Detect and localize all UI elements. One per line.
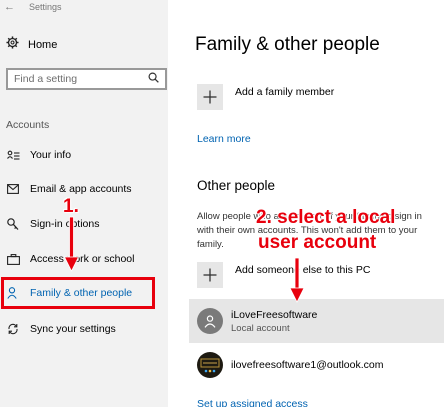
back-arrow-icon[interactable]: ← — [4, 2, 15, 13]
home-nav-item[interactable]: Home — [6, 36, 57, 54]
step-2-annotation-line1: 2. select a local — [256, 207, 396, 228]
add-family-member-button[interactable]: Add a family member — [197, 84, 334, 110]
gear-icon — [6, 36, 19, 54]
learn-more-link[interactable]: Learn more — [197, 133, 251, 145]
sidebar-item-sync[interactable]: Sync your settings — [0, 315, 168, 343]
sidebar: ← Settings Home Find a setting Accounts … — [0, 0, 168, 407]
account-row-local[interactable]: iLoveFreesoftware Local account — [189, 299, 444, 343]
briefcase-icon — [6, 252, 20, 266]
account-name: iLoveFreesoftware — [231, 308, 318, 321]
add-someone-else-label: Add someone else to this PC — [235, 264, 371, 276]
account-row-outlook[interactable]: ilovefreesoftware1@outlook.com — [189, 343, 444, 387]
title-bar: ← Settings — [0, 0, 168, 14]
set-up-assigned-access-link[interactable]: Set up assigned access — [197, 398, 308, 407]
account-type: Local account — [231, 322, 290, 334]
sidebar-item-label: Family & other people — [30, 287, 133, 299]
search-placeholder: Find a setting — [14, 73, 78, 85]
user-avatar-icon — [197, 308, 223, 334]
plus-icon — [197, 84, 223, 110]
sidebar-item-label: Your info — [30, 149, 72, 161]
account-email: ilovefreesoftware1@outlook.com — [231, 359, 384, 371]
sidebar-item-your-info[interactable]: Your info — [0, 141, 168, 169]
sidebar-item-email[interactable]: Email & app accounts — [0, 175, 168, 203]
people-icon — [6, 286, 20, 300]
sidebar-item-family[interactable]: Family & other people — [1, 277, 155, 309]
search-input[interactable]: Find a setting — [6, 68, 167, 90]
sidebar-item-label: Sign-in options — [30, 218, 100, 230]
key-icon — [6, 217, 20, 231]
window-title: Settings — [29, 2, 62, 12]
sync-icon — [6, 322, 20, 336]
sidebar-item-sign-in[interactable]: Sign-in options — [0, 210, 168, 238]
page-title: Family & other people — [195, 34, 380, 55]
sidebar-item-work-school[interactable]: Access work or school — [0, 245, 168, 273]
step-1-annotation: 1. — [63, 196, 79, 217]
step-2-annotation-line2: user account — [258, 232, 377, 253]
sidebar-item-label: Email & app accounts — [30, 183, 132, 195]
accounts-section-label: Accounts — [6, 119, 50, 131]
home-label: Home — [28, 39, 58, 51]
add-family-member-label: Add a family member — [235, 86, 335, 98]
other-people-heading: Other people — [197, 178, 276, 193]
main-content: Family & other people Add a family membe… — [168, 0, 444, 407]
person-card-icon — [6, 148, 20, 162]
profile-picture-avatar — [197, 352, 223, 378]
search-icon[interactable] — [148, 70, 159, 88]
sidebar-item-label: Access work or school — [30, 253, 135, 265]
plus-icon — [197, 262, 223, 288]
sidebar-item-label: Sync your settings — [30, 323, 116, 335]
step-2-annotation: 2. select a local user account — [256, 205, 395, 255]
add-someone-else-button[interactable]: Add someone else to this PC — [197, 262, 370, 288]
mail-icon — [6, 182, 20, 196]
